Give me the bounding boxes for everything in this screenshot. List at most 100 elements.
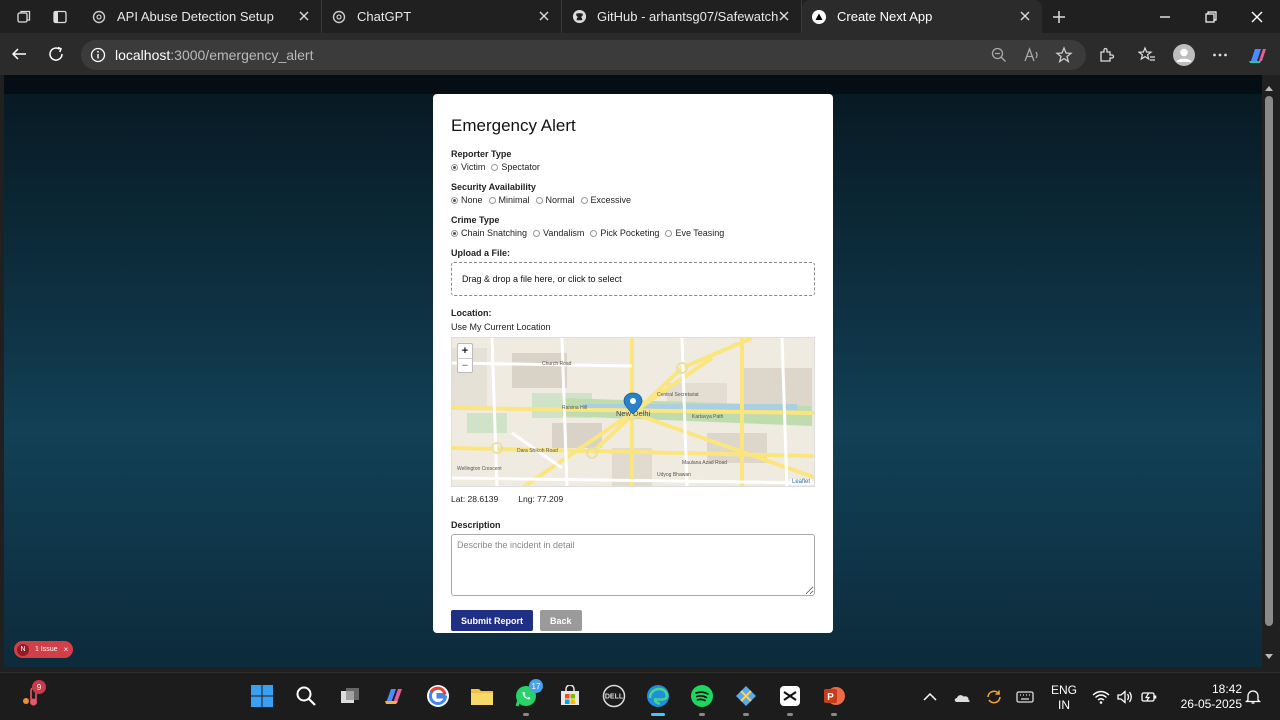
dismiss-issue-icon[interactable]: × xyxy=(64,645,69,654)
more-menu-icon[interactable] xyxy=(1211,46,1229,64)
radio-button[interactable] xyxy=(488,196,496,204)
radio-pick-pocketing[interactable]: Pick Pocketing xyxy=(590,228,659,238)
dev-issues-badge[interactable]: N 1 Issue × xyxy=(14,641,73,658)
refresh-icon[interactable] xyxy=(45,43,67,65)
crime-type-label: Crime Type xyxy=(451,215,500,225)
submit-report-button[interactable]: Submit Report xyxy=(451,610,533,631)
copilot-app-icon[interactable] xyxy=(381,683,407,709)
favorites-icon[interactable] xyxy=(1138,46,1156,64)
url-text: localhost:3000/emergency_alert xyxy=(115,47,314,63)
close-tab-icon[interactable] xyxy=(297,9,311,23)
minimize-icon[interactable] xyxy=(1156,8,1174,26)
clock[interactable]: 18:42 26-05-2025 xyxy=(1170,682,1242,712)
tab-api-abuse[interactable]: API Abuse Detection Setup xyxy=(82,0,322,33)
radio-button[interactable] xyxy=(533,229,541,237)
microsoft-edge-icon[interactable] xyxy=(645,683,671,716)
new-tab-icon[interactable] xyxy=(1048,6,1070,28)
radio-normal[interactable]: Normal xyxy=(535,195,575,205)
search-icon[interactable] xyxy=(293,683,319,709)
dell-icon[interactable]: DELL xyxy=(601,683,627,709)
radio-minimal[interactable]: Minimal xyxy=(488,195,530,205)
radio-vandalism[interactable]: Vandalism xyxy=(533,228,584,238)
radio-victim[interactable]: Victim xyxy=(451,162,485,172)
radio-button[interactable] xyxy=(590,229,598,237)
whatsapp-icon[interactable]: 17 xyxy=(513,679,543,716)
battery-charging-icon[interactable] xyxy=(1140,689,1158,705)
leaflet-attribution-link[interactable]: Leaflet xyxy=(789,479,812,485)
radio-excessive[interactable]: Excessive xyxy=(580,195,631,205)
zoom-icon[interactable] xyxy=(990,46,1008,64)
windows-start-icon[interactable] xyxy=(249,683,275,709)
task-view-icon[interactable] xyxy=(337,683,363,709)
google-chrome-icon[interactable] xyxy=(425,683,451,709)
sync-icon[interactable] xyxy=(985,689,1003,705)
tab-create-next-app[interactable]: Create Next App xyxy=(802,0,1042,33)
address-bar[interactable]: localhost:3000/emergency_alert xyxy=(81,40,1086,70)
zoom-out-button[interactable]: − xyxy=(458,358,472,372)
openai-icon xyxy=(331,9,347,25)
svg-text:P: P xyxy=(827,692,834,703)
close-tab-icon[interactable] xyxy=(1018,9,1032,23)
notifications-bell-icon[interactable] xyxy=(1244,689,1262,705)
site-info-icon[interactable] xyxy=(90,47,106,63)
use-current-location-link[interactable]: Use My Current Location xyxy=(451,322,815,332)
weather-badge: 9 xyxy=(32,680,46,694)
keyboard-icon[interactable] xyxy=(1016,689,1034,705)
radio-spectator[interactable]: Spectator xyxy=(491,162,540,172)
back-arrow-icon[interactable] xyxy=(8,43,30,65)
spotify-icon[interactable] xyxy=(689,683,715,716)
profile-avatar-icon[interactable] xyxy=(1173,44,1195,66)
restore-icon[interactable] xyxy=(1202,8,1220,26)
weather-widget-icon[interactable]: 9 xyxy=(20,680,46,709)
microsoft-store-icon[interactable] xyxy=(557,683,583,709)
description-textarea[interactable] xyxy=(451,534,815,596)
snipping-tool-icon[interactable] xyxy=(733,683,759,716)
powerpoint-icon[interactable]: P xyxy=(821,683,847,716)
page-top-strip xyxy=(4,75,1262,94)
radio-button[interactable] xyxy=(451,229,458,237)
close-tab-icon[interactable] xyxy=(537,9,551,23)
coordinates-readout: Lat: 28.6139 Lng: 77.209 xyxy=(451,494,815,504)
radio-button[interactable] xyxy=(665,229,673,237)
wifi-icon[interactable] xyxy=(1092,689,1110,705)
file-explorer-icon[interactable] xyxy=(469,683,495,709)
radio-eve-teasing[interactable]: Eve Teasing xyxy=(665,228,724,238)
browser-tab-strip: API Abuse Detection Setup ChatGPT GitHub… xyxy=(0,0,1280,33)
radio-button[interactable] xyxy=(580,196,588,204)
emergency-alert-card: Emergency Alert Reporter Type Victim Spe… xyxy=(433,94,833,633)
close-tab-icon[interactable] xyxy=(777,9,791,23)
read-aloud-icon[interactable] xyxy=(1023,46,1041,64)
scrollbar-thumb[interactable] xyxy=(1265,96,1273,626)
radio-button[interactable] xyxy=(491,163,499,171)
tab-github[interactable]: GitHub - arhantsg07/Safewatch xyxy=(562,0,802,33)
radio-chain-snatching[interactable]: Chain Snatching xyxy=(451,228,527,238)
vercel-triangle-icon xyxy=(811,9,827,25)
radio-none[interactable]: None xyxy=(451,195,483,205)
form-actions: Submit Report Back xyxy=(451,610,815,631)
radio-button[interactable] xyxy=(451,163,458,171)
capcut-icon[interactable] xyxy=(777,683,803,716)
back-button[interactable]: Back xyxy=(540,610,582,631)
location-map[interactable]: Church Road Raisina Hill Dara Shikoh Roa… xyxy=(451,337,815,487)
language-indicator[interactable]: ENG IN xyxy=(1048,683,1080,713)
radio-button[interactable] xyxy=(451,196,458,204)
map-street-label: Udyog Bhawan xyxy=(657,472,691,478)
tab-title: Create Next App xyxy=(837,9,933,24)
favorite-star-icon[interactable] xyxy=(1055,46,1073,64)
github-icon xyxy=(571,9,587,25)
show-hidden-icons-chevron-icon[interactable] xyxy=(921,689,939,705)
tab-actions-icon[interactable] xyxy=(49,6,71,28)
scroll-down-arrow-icon[interactable] xyxy=(1264,653,1274,661)
extensions-icon[interactable] xyxy=(1098,46,1116,64)
file-dropzone[interactable]: Drag & drop a file here, or click to sel… xyxy=(451,262,815,296)
zoom-in-button[interactable]: + xyxy=(458,344,472,358)
close-window-icon[interactable] xyxy=(1248,8,1266,26)
tab-chatgpt[interactable]: ChatGPT xyxy=(322,0,562,33)
workspaces-icon[interactable] xyxy=(13,6,35,28)
scroll-up-arrow-icon[interactable] xyxy=(1264,84,1274,92)
radio-button[interactable] xyxy=(535,196,543,204)
copilot-icon[interactable] xyxy=(1247,44,1269,66)
tab-title: GitHub - arhantsg07/Safewatch xyxy=(597,9,779,24)
onedrive-cloud-icon[interactable] xyxy=(953,689,971,705)
volume-icon[interactable] xyxy=(1116,689,1134,705)
